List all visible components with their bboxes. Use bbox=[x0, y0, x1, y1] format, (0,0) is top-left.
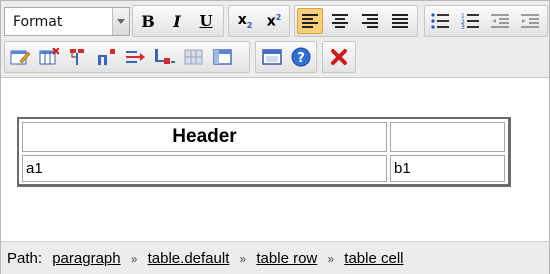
remove-group bbox=[322, 41, 356, 73]
underline-button[interactable]: U bbox=[193, 8, 219, 34]
table-layout-button[interactable] bbox=[210, 44, 236, 70]
toolbar-row-1: Format B I U x2 x2 1 2 3 bbox=[4, 5, 549, 37]
subscript-button[interactable]: x2 bbox=[232, 8, 258, 34]
insert-row-button[interactable] bbox=[123, 44, 149, 70]
breadcrumb-table-cell[interactable]: table cell bbox=[344, 250, 403, 267]
numbered-list-icon: 1 2 3 bbox=[461, 13, 479, 29]
table-delete-icon bbox=[39, 48, 59, 65]
bold-icon: B bbox=[141, 11, 155, 31]
column-insert-icon bbox=[70, 49, 84, 65]
align-left-button[interactable] bbox=[297, 8, 323, 34]
help-button[interactable]: ? bbox=[288, 44, 314, 70]
insert-column-before-button[interactable] bbox=[65, 44, 91, 70]
alignment-group bbox=[294, 5, 418, 37]
align-center-icon bbox=[332, 14, 348, 28]
align-right-button[interactable] bbox=[357, 8, 383, 34]
row-delete-icon bbox=[155, 49, 175, 64]
delete-table-button[interactable] bbox=[36, 44, 62, 70]
breadcrumb-separator: » bbox=[130, 252, 138, 266]
list-group: 1 2 3 bbox=[424, 5, 548, 37]
align-justify-icon bbox=[392, 14, 408, 28]
superscript-button[interactable]: x2 bbox=[261, 8, 287, 34]
bullet-list-button[interactable] bbox=[427, 8, 453, 34]
merge-cells-icon bbox=[184, 49, 203, 65]
align-center-button[interactable] bbox=[327, 8, 353, 34]
status-bar: Path: paragraph » table.default » table … bbox=[1, 241, 549, 274]
breadcrumb-paragraph[interactable]: paragraph bbox=[52, 250, 120, 267]
element-path: Path: paragraph » table.default » table … bbox=[7, 250, 404, 267]
cell-text: b1 bbox=[394, 160, 411, 177]
italic-icon: I bbox=[173, 11, 181, 31]
table-cell[interactable]: b1 bbox=[390, 155, 505, 182]
insert-column-after-button[interactable] bbox=[94, 44, 120, 70]
column-insert-after-icon bbox=[98, 49, 115, 65]
bullet-list-icon bbox=[431, 13, 449, 29]
align-justify-button[interactable] bbox=[387, 8, 413, 34]
numbered-list-button[interactable]: 1 2 3 bbox=[457, 8, 483, 34]
rich-text-editor: Format B I U x2 x2 1 2 3 ? Header a1 b1 … bbox=[0, 0, 550, 274]
breadcrumb-separator: » bbox=[239, 252, 247, 266]
chevron-down-icon[interactable] bbox=[112, 8, 129, 35]
path-label: Path: bbox=[7, 250, 43, 267]
outdent-icon bbox=[491, 14, 509, 28]
data-table[interactable]: Header a1 b1 bbox=[17, 117, 511, 187]
table-cell[interactable]: a1 bbox=[22, 155, 387, 182]
breadcrumb-table[interactable]: table.default bbox=[148, 250, 230, 267]
merge-cells-button[interactable] bbox=[181, 44, 207, 70]
align-left-icon bbox=[302, 14, 318, 28]
editor-content-area[interactable]: Header a1 b1 bbox=[1, 79, 549, 241]
close-icon bbox=[331, 49, 347, 65]
table-layout-icon bbox=[213, 49, 232, 65]
cell-text: a1 bbox=[26, 160, 43, 177]
format-dropdown-label: Format bbox=[13, 14, 63, 30]
italic-button[interactable]: I bbox=[164, 8, 190, 34]
breadcrumb-table-row[interactable]: table row bbox=[256, 250, 317, 267]
indent-icon bbox=[521, 14, 539, 28]
svg-text:3: 3 bbox=[461, 24, 465, 29]
window-icon bbox=[262, 49, 282, 65]
table-edit-icon bbox=[10, 50, 30, 65]
view-group: ? bbox=[255, 41, 317, 73]
table-tools-group bbox=[4, 41, 250, 73]
bold-button[interactable]: B bbox=[135, 8, 161, 34]
table-header-cell[interactable] bbox=[390, 122, 505, 152]
svg-text:?: ? bbox=[297, 51, 305, 66]
underline-icon: U bbox=[199, 12, 213, 30]
editor-toolbar: Format B I U x2 x2 1 2 3 ? bbox=[1, 1, 549, 78]
header-cell-text: Header bbox=[172, 126, 237, 147]
superscript-icon: x2 bbox=[266, 12, 282, 30]
source-view-button[interactable] bbox=[259, 44, 285, 70]
align-right-icon bbox=[362, 14, 378, 28]
format-dropdown[interactable]: Format bbox=[4, 7, 130, 36]
table-header-cell[interactable]: Header bbox=[22, 122, 387, 152]
remove-format-button[interactable] bbox=[326, 44, 352, 70]
row-insert-icon bbox=[126, 51, 145, 63]
text-style-group: B I U bbox=[132, 5, 224, 37]
breadcrumb-separator: » bbox=[327, 252, 335, 266]
outdent-button[interactable] bbox=[487, 8, 513, 34]
help-icon: ? bbox=[291, 47, 311, 67]
toolbar-row-2: ? bbox=[4, 41, 549, 73]
table-properties-button[interactable] bbox=[7, 44, 33, 70]
script-group: x2 x2 bbox=[228, 5, 290, 37]
subscript-icon: x2 bbox=[237, 12, 253, 30]
indent-button[interactable] bbox=[517, 8, 543, 34]
delete-row-button[interactable] bbox=[152, 44, 178, 70]
